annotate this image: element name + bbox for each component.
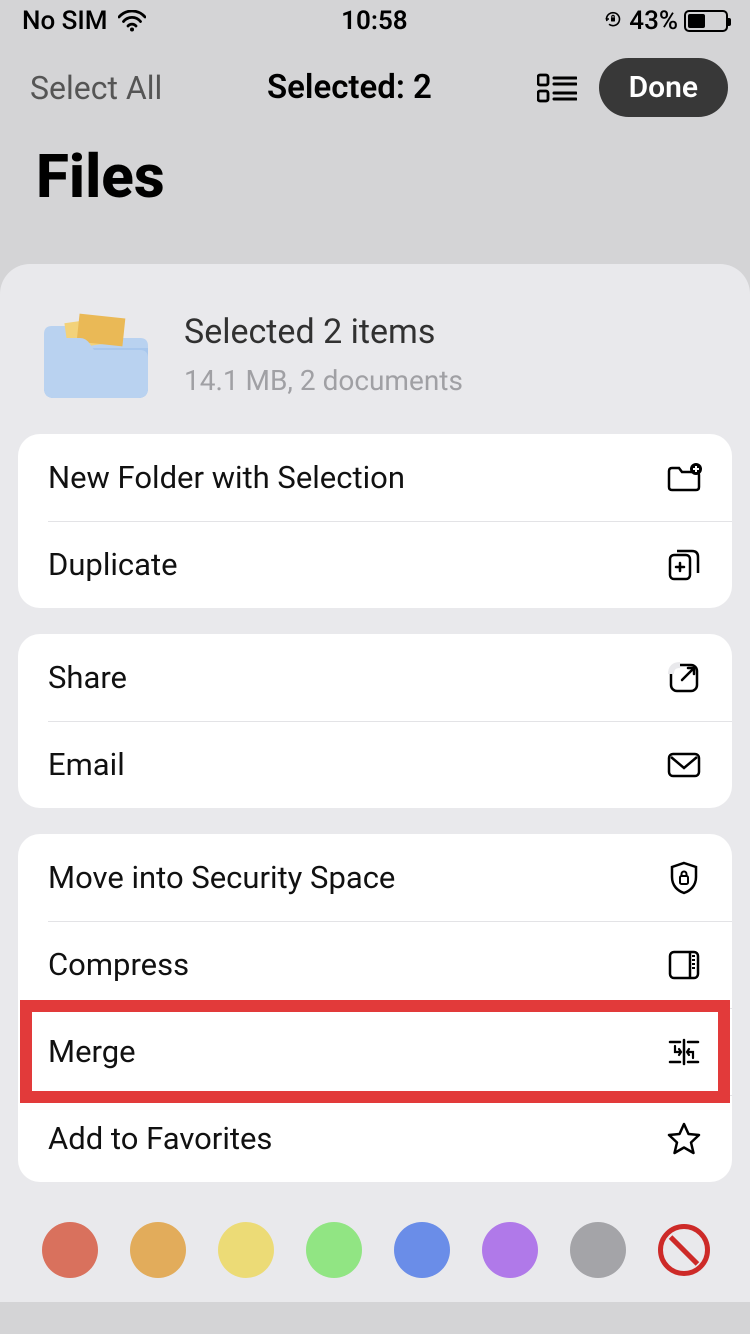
wifi-icon — [118, 10, 146, 32]
action-label: Add to Favorites — [48, 1120, 272, 1157]
color-swatch-yellow[interactable] — [218, 1222, 274, 1278]
folder-icon — [36, 304, 156, 404]
battery-icon — [684, 10, 728, 32]
action-group: Move into Security Space Compress — [18, 834, 732, 1182]
duplicate-action[interactable]: Duplicate — [18, 521, 732, 608]
email-action[interactable]: Email — [18, 721, 732, 808]
clear-color-icon[interactable] — [658, 1224, 710, 1276]
color-tag-row — [18, 1208, 732, 1302]
status-left: No SIM — [22, 6, 146, 36]
share-icon — [666, 660, 702, 696]
new-folder-icon — [666, 460, 702, 496]
star-icon — [666, 1121, 702, 1157]
battery-fill — [688, 14, 705, 28]
duplicate-icon — [666, 547, 702, 583]
color-swatch-red[interactable] — [42, 1222, 98, 1278]
color-swatch-green[interactable] — [306, 1222, 362, 1278]
action-sheet: Selected 2 items 14.1 MB, 2 documents Ne… — [0, 264, 750, 1302]
action-label: Move into Security Space — [48, 859, 395, 896]
color-swatch-purple[interactable] — [482, 1222, 538, 1278]
add-favorite-action[interactable]: Add to Favorites — [18, 1095, 732, 1182]
summary-title: Selected 2 items — [184, 312, 463, 352]
action-label: New Folder with Selection — [48, 459, 405, 496]
summary-subtitle: 14.1 MB, 2 documents — [184, 364, 463, 397]
selection-count: Selected: 2 — [267, 68, 432, 107]
color-swatch-blue[interactable] — [394, 1222, 450, 1278]
merge-action[interactable]: Merge — [18, 1008, 732, 1095]
security-space-action[interactable]: Move into Security Space — [18, 834, 732, 921]
action-label: Share — [48, 659, 127, 696]
action-group: New Folder with Selection Duplicate — [18, 434, 732, 608]
done-button[interactable]: Done — [599, 58, 728, 117]
action-label: Merge — [48, 1033, 136, 1070]
selection-summary: Selected 2 items 14.1 MB, 2 documents — [18, 290, 732, 434]
shield-lock-icon — [666, 860, 702, 896]
compress-action[interactable]: Compress — [18, 921, 732, 1008]
action-label: Duplicate — [48, 546, 178, 583]
action-label: Email — [48, 746, 125, 783]
clock-text: 10:58 — [341, 6, 408, 36]
nav-bar: Select All Selected: 2 Done — [0, 40, 750, 123]
orientation-lock-icon — [603, 9, 623, 34]
color-swatch-gray[interactable] — [570, 1222, 626, 1278]
color-swatch-orange[interactable] — [130, 1222, 186, 1278]
layout-toggle-icon[interactable] — [537, 73, 577, 103]
action-label: Compress — [48, 946, 189, 983]
new-folder-action[interactable]: New Folder with Selection — [18, 434, 732, 521]
status-right: 43% — [603, 6, 728, 36]
carrier-text: No SIM — [22, 6, 108, 36]
page-title: Files — [0, 123, 750, 264]
action-group: Share Email — [18, 634, 732, 808]
select-all-button[interactable]: Select All — [30, 69, 162, 107]
battery-text: 43% — [629, 6, 678, 36]
email-icon — [666, 747, 702, 783]
status-bar: No SIM 10:58 43% — [0, 0, 750, 40]
zip-icon — [666, 947, 702, 983]
share-action[interactable]: Share — [18, 634, 732, 721]
merge-icon — [666, 1034, 702, 1070]
